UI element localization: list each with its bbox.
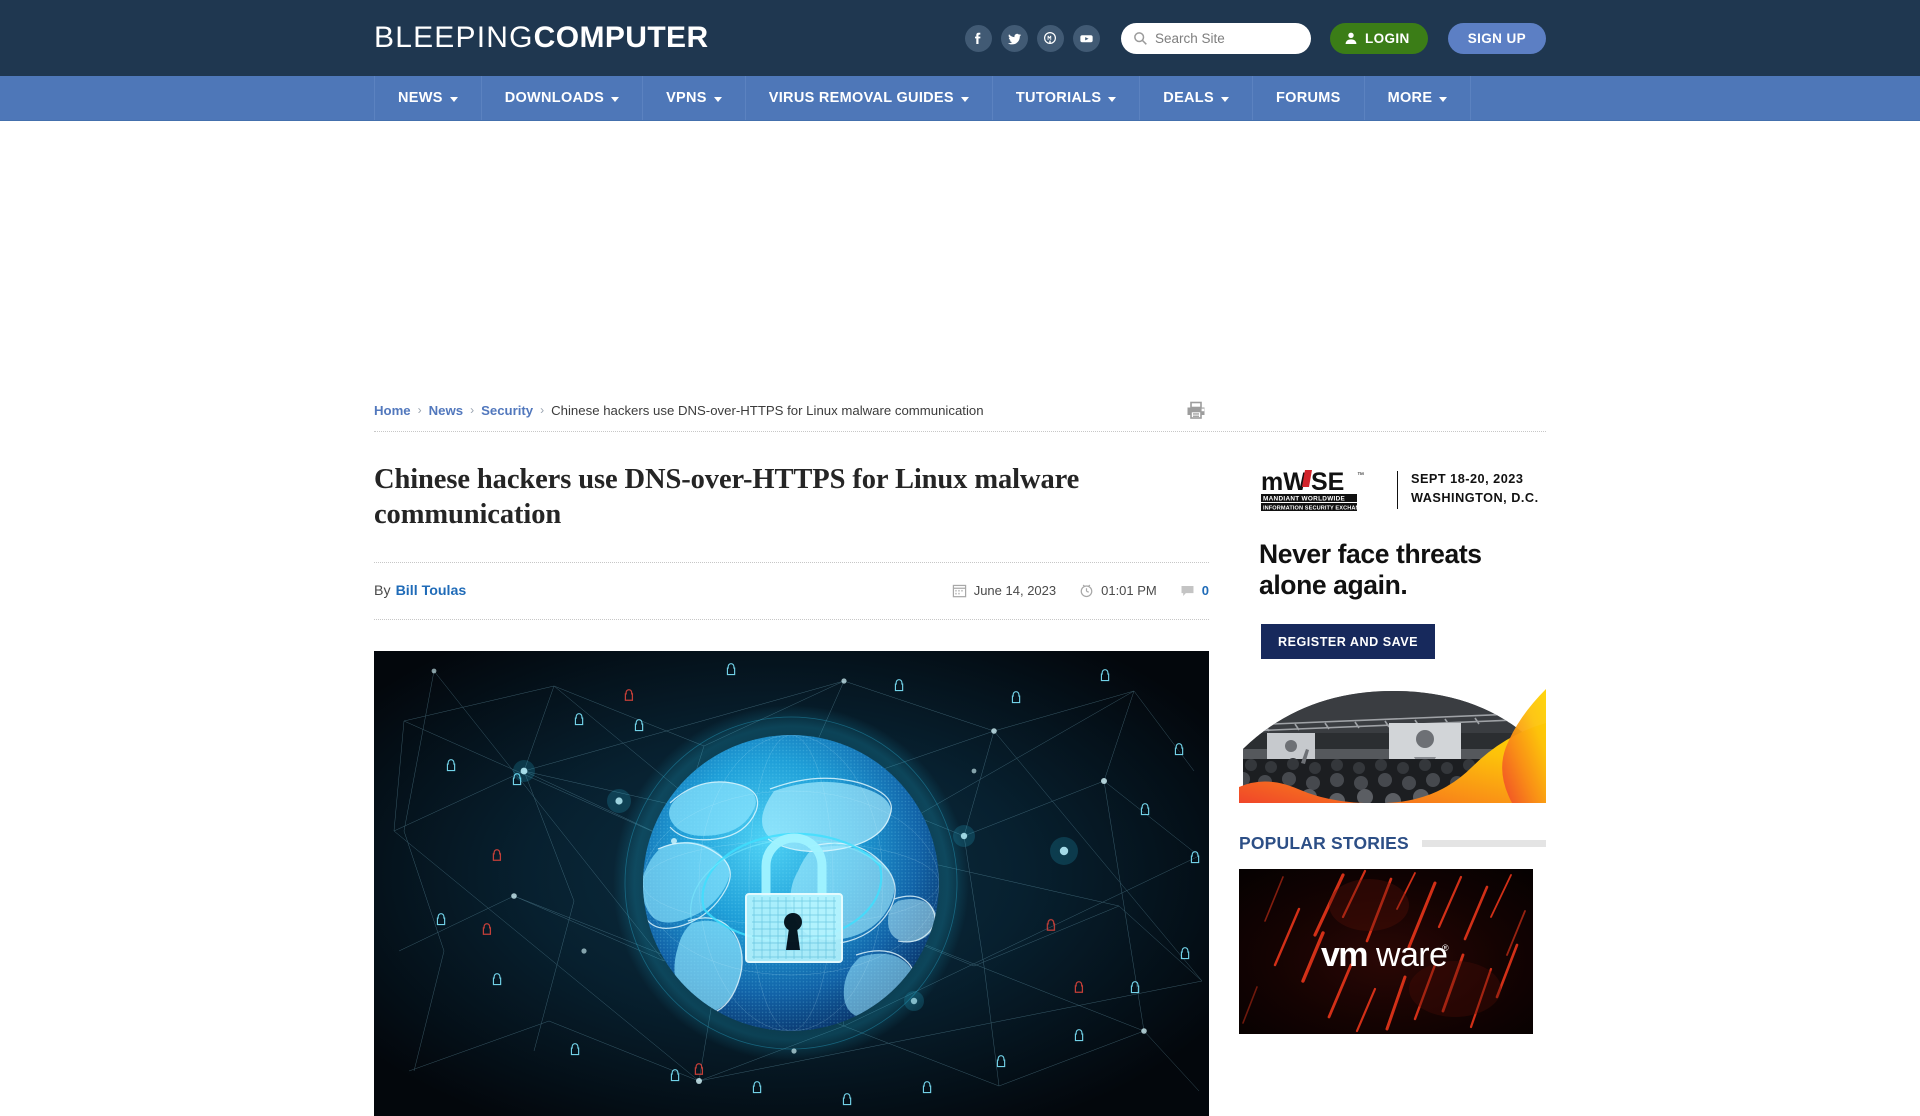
site-logo[interactable]: BLEEPINGCOMPUTER — [374, 21, 709, 55]
youtube-icon[interactable] — [1072, 24, 1100, 52]
signup-label: SIGN UP — [1467, 30, 1526, 46]
svg-text:mW: mW — [1261, 468, 1307, 496]
chevron-down-icon — [1439, 96, 1448, 102]
date-text: June 14, 2023 — [973, 583, 1057, 599]
signup-button[interactable]: SIGN UP — [1447, 22, 1546, 54]
heading-rule — [1421, 840, 1546, 847]
nav-item-virus-removal-guides[interactable]: VIRUS REMOVAL GUIDES — [746, 76, 993, 120]
comment-count: 0 — [1201, 583, 1209, 599]
nav-item-label: DEALS — [1163, 90, 1214, 106]
chevron-down-icon — [960, 96, 969, 102]
user-icon — [1345, 32, 1357, 44]
nav-item-more[interactable]: MORE — [1365, 76, 1472, 120]
breadcrumb-current: Chinese hackers use DNS-over-HTTPS for L… — [551, 402, 984, 418]
article-byline: By Bill Toulas June 14, 2023 01:01 PM 0 — [374, 563, 1209, 619]
comment-icon — [1181, 585, 1194, 596]
by-label: By — [374, 582, 391, 599]
ad-divider — [1397, 471, 1398, 509]
article-hero-image — [374, 650, 1209, 1116]
chevron-down-icon — [713, 96, 722, 102]
login-button[interactable]: LOGIN — [1329, 22, 1428, 54]
logo-text-light: BLEEPING — [374, 21, 534, 54]
breadcrumb-separator: › — [540, 403, 545, 417]
nav-item-vpns[interactable]: VPNS — [643, 76, 746, 120]
nav-item-deals[interactable]: DEALS — [1140, 76, 1253, 120]
mwise-sub-2: INFORMATION SECURITY EXCHANGE — [1263, 506, 1368, 512]
nav-item-downloads[interactable]: DOWNLOADS — [482, 76, 644, 120]
mwise-sub-1: MANDIANT WORLDWIDE — [1263, 496, 1346, 503]
nav-item-label: DOWNLOADS — [504, 90, 605, 106]
main-navigation: NEWS DOWNLOADS VPNS VIRUS REMOVAL GUIDES TUT… — [0, 76, 1920, 121]
publish-time: 01:01 PM — [1079, 583, 1157, 598]
vmware-registered-mark: ® — [1442, 943, 1449, 953]
popular-story-thumbnail[interactable]: vm ware ® — [1239, 869, 1533, 1034]
time-text: 01:01 PM — [1101, 583, 1157, 599]
vmware-logo-bold: vm — [1321, 936, 1367, 974]
printer-icon — [1187, 401, 1205, 419]
author-link[interactable]: Bill Toulas — [396, 583, 467, 599]
logo-text-bold: COMPUTER — [533, 21, 709, 54]
print-button[interactable] — [1185, 399, 1209, 421]
chevron-down-icon — [449, 96, 458, 102]
page-title: Chinese hackers use DNS-over-HTTPS for L… — [374, 464, 1080, 530]
publish-date: June 14, 2023 — [952, 583, 1056, 598]
divider-below-byline — [374, 618, 1209, 620]
breadcrumb: Home › News › Security › Chinese hackers use D… — [374, 389, 1209, 431]
chevron-down-icon — [1108, 96, 1117, 102]
twitter-icon[interactable] — [1000, 24, 1028, 52]
mastodon-icon[interactable] — [1036, 24, 1064, 52]
breadcrumb-link-news[interactable]: News — [429, 403, 463, 418]
site-header: BLEEPINGCOMPUTER LOGIN — [0, 0, 1920, 76]
facebook-icon[interactable] — [964, 24, 992, 52]
login-label: LOGIN — [1364, 30, 1410, 46]
breadcrumb-link-home[interactable]: Home — [374, 403, 411, 418]
ad-conference-photo — [1239, 689, 1546, 803]
svg-text:™: ™ — [1357, 472, 1364, 479]
breadcrumb-separator: › — [470, 403, 475, 417]
sidebar-advertisement[interactable]: mW SE ™ MANDIANT WORLDWIDE INFORMATION S… — [1239, 468, 1546, 803]
nav-item-label: TUTORIALS — [1015, 90, 1102, 106]
nav-item-label: VIRUS REMOVAL GUIDES — [768, 90, 954, 106]
ad-dates: SEPT 18-20, 2023 — [1411, 472, 1524, 486]
nav-item-news[interactable]: NEWS — [374, 76, 482, 120]
nav-item-label: MORE — [1387, 90, 1433, 106]
ad-location: WASHINGTON, D.C. — [1411, 490, 1539, 505]
nav-item-label: VPNS — [666, 90, 707, 106]
nav-item-forums[interactable]: FORUMS — [1253, 76, 1365, 120]
vmware-logo-light: ware — [1375, 936, 1447, 974]
svg-text:SE: SE — [1311, 468, 1344, 496]
popular-stories-header: POPULAR STORIES — [1239, 833, 1546, 854]
register-and-save-button[interactable]: REGISTER AND SAVE — [1261, 624, 1436, 659]
chevron-down-icon — [611, 96, 620, 102]
popular-stories-heading: POPULAR STORIES — [1239, 833, 1409, 853]
nav-item-label: FORUMS — [1275, 90, 1341, 106]
mwise-logo: mW SE ™ MANDIANT WORLDWIDE INFORMATION S… — [1261, 468, 1368, 512]
top-advertisement-slot — [0, 121, 1920, 389]
nav-item-label: NEWS — [398, 90, 443, 106]
breadcrumb-link-security[interactable]: Security — [481, 403, 533, 418]
chevron-down-icon — [1220, 96, 1229, 102]
search-input[interactable] — [1154, 30, 1332, 46]
ad-headline: Never face threats alone again. — [1259, 539, 1482, 600]
breadcrumb-separator: › — [417, 403, 422, 417]
comment-counter[interactable]: 0 — [1180, 583, 1209, 598]
nav-item-tutorials[interactable]: TUTORIALS — [993, 76, 1141, 120]
search-box[interactable] — [1120, 22, 1332, 54]
search-icon — [1134, 31, 1147, 45]
clock-icon — [1080, 584, 1093, 598]
calendar-icon — [952, 584, 966, 598]
